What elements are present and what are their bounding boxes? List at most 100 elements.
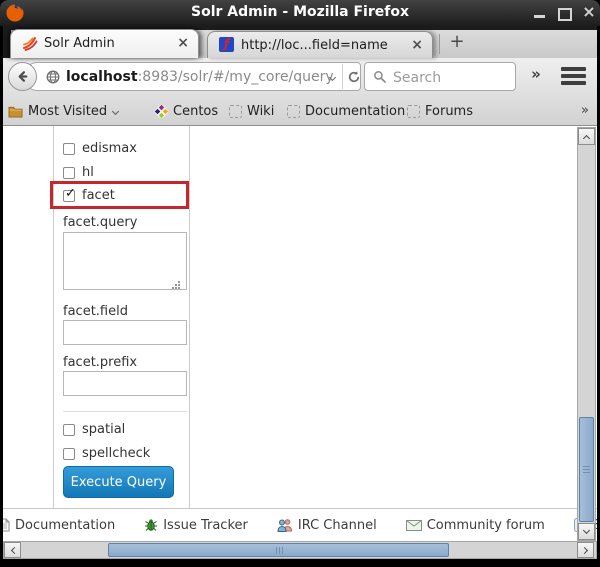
people-icon [277, 518, 293, 532]
bug-icon [144, 518, 158, 532]
tab-solr-admin[interactable]: Solr Admin × [10, 29, 199, 58]
chevron-down-icon [112, 107, 119, 114]
option-spellcheck[interactable]: spellcheck [63, 446, 150, 461]
footer-link-community-forum[interactable]: Community forum [406, 518, 545, 533]
footer-link-issue-tracker[interactable]: Issue Tracker [144, 518, 248, 533]
chevron-down-icon [583, 526, 590, 533]
bookmark-label: Centos [173, 104, 218, 119]
tab-title: http://loc...field=name [241, 38, 388, 53]
browser-toolbars: localhost:8983/solr/#/my_core/query » [3, 58, 597, 126]
tab-close-icon[interactable]: × [411, 37, 423, 53]
checkbox-label: spellcheck [82, 446, 150, 461]
solr-footer: Documentation Issue Tracker IRC [3, 508, 597, 541]
tab-close-icon[interactable]: × [177, 35, 189, 51]
vertical-scroll-thumb[interactable] [579, 417, 594, 522]
centos-logo-icon [155, 105, 168, 118]
window-title: Solr Admin - Mozilla Firefox [0, 4, 600, 20]
scroll-down-button[interactable] [578, 523, 595, 540]
bookmark-forums[interactable]: Forums [407, 96, 473, 126]
chevron-up-icon [583, 134, 590, 141]
reload-icon[interactable] [347, 70, 361, 84]
maximize-icon[interactable] [558, 8, 572, 21]
chevron-left-icon [10, 546, 17, 553]
scroll-thumb-grip-icon [583, 466, 590, 467]
checkbox-facet-checked[interactable]: ✓ [63, 190, 75, 202]
facet-field-label: facet.field [63, 304, 128, 319]
search-icon [373, 70, 387, 84]
new-tab-button[interactable]: + [445, 31, 469, 53]
bookmark-centos[interactable]: Centos [155, 96, 218, 126]
checkbox-edismax[interactable] [63, 143, 75, 155]
footer-link-label: Issue Tracker [163, 518, 248, 533]
checkbox-label: hl [82, 165, 94, 180]
hamburger-icon [561, 67, 586, 71]
envelope-icon [406, 520, 422, 531]
checkbox-hl[interactable] [63, 167, 75, 179]
vertical-scrollbar[interactable] [577, 127, 596, 541]
url-bar[interactable]: localhost:8983/solr/#/my_core/query [23, 62, 361, 91]
tab-strip: Solr Admin × ƒ http://loc...field=name ×… [3, 26, 597, 58]
search-input[interactable] [391, 64, 513, 91]
hamburger-icon [561, 81, 586, 85]
horizontal-scrollbar[interactable] [3, 541, 597, 559]
bookmark-label: Forums [425, 104, 473, 119]
url-host: localhost [66, 69, 138, 85]
menu-button[interactable] [561, 67, 586, 88]
form-divider [63, 411, 187, 412]
bookmark-most-visited[interactable]: Most Visited [8, 96, 118, 126]
folder-history-icon [8, 105, 23, 118]
bookmark-placeholder-icon [229, 105, 242, 118]
facet-query-textarea[interactable] [63, 232, 187, 290]
url-path: :8983/solr/#/my_core/query [138, 69, 334, 85]
footer-link-documentation[interactable]: Documentation [3, 518, 115, 533]
checkbox-label: edismax [82, 141, 137, 156]
window-close-icon[interactable]: × [581, 2, 597, 22]
chevron-right-icon [580, 546, 587, 553]
checkbox-spellcheck[interactable] [63, 448, 75, 460]
search-bar[interactable] [364, 62, 516, 91]
facet-prefix-label: facet.prefix [63, 355, 137, 370]
facet-field-input[interactable] [63, 320, 187, 345]
bookmark-label: Wiki [247, 104, 274, 119]
back-arrow-icon [15, 69, 30, 84]
tab-query-result[interactable]: ƒ http://loc...field=name × [207, 31, 433, 58]
bookmark-wiki[interactable]: Wiki [229, 96, 274, 126]
back-button[interactable] [8, 62, 37, 91]
footer-links: Documentation Issue Tracker IRC [3, 509, 597, 541]
option-hl[interactable]: hl [63, 165, 94, 180]
option-facet[interactable]: ✓ facet [63, 188, 115, 203]
option-spatial[interactable]: spatial [63, 422, 125, 437]
toolbar-overflow-button[interactable]: » [522, 65, 550, 83]
globe-icon [46, 70, 60, 84]
execute-query-button[interactable]: Execute Query [63, 466, 174, 498]
facet-query-label: facet.query [63, 215, 137, 230]
url-divider [342, 64, 343, 89]
tab-separator [439, 34, 440, 54]
facet-prefix-input[interactable] [63, 371, 187, 396]
hamburger-icon [561, 74, 586, 78]
scroll-left-button[interactable] [4, 542, 21, 558]
clipped-dismax-label: dismax [85, 126, 132, 131]
footer-link-irc-channel[interactable]: IRC Channel [277, 518, 377, 533]
scroll-thumb-grip-icon [276, 547, 277, 554]
footer-link-label: IRC Channel [298, 518, 377, 533]
footer-link-label: Community forum [427, 518, 545, 533]
window-titlebar: Solr Admin - Mozilla Firefox × [0, 0, 600, 26]
horizontal-scroll-thumb[interactable] [108, 543, 449, 557]
textarea-resize-grip-icon[interactable] [178, 281, 180, 283]
minimize-icon[interactable] [534, 15, 545, 18]
option-edismax[interactable]: edismax [63, 141, 137, 156]
bookmark-label: Documentation [305, 104, 405, 119]
page-content: dismax edismax hl ✓ facet facet.query fa… [3, 126, 597, 559]
checkbox-spatial[interactable] [63, 424, 75, 436]
solr-favicon-icon [22, 35, 38, 51]
firefox-window: Solr Admin - Mozilla Firefox × Solr Admi… [0, 0, 600, 567]
bookmark-documentation[interactable]: Documentation [287, 96, 405, 126]
checkmark-icon: ✓ [65, 186, 76, 201]
scroll-up-button[interactable] [578, 128, 595, 145]
json-favicon-icon: ƒ [219, 37, 234, 52]
checkbox-label: facet [82, 188, 115, 203]
scroll-right-button[interactable] [577, 542, 594, 558]
bookmark-placeholder-icon [287, 105, 300, 118]
bookmarks-overflow-button[interactable]: » [581, 96, 589, 126]
